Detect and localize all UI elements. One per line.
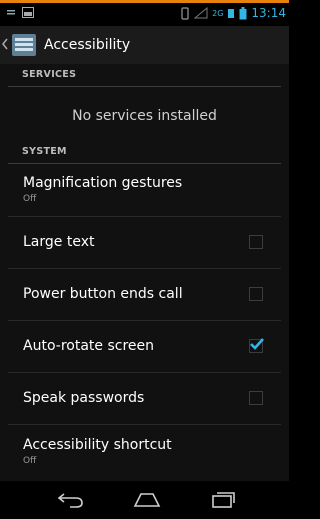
vibrate-icon xyxy=(181,6,189,20)
screenshot-icon xyxy=(22,7,34,18)
signal-icon xyxy=(194,7,208,19)
power-button-ends-call-checkbox[interactable] xyxy=(249,287,263,301)
large-text-checkbox[interactable] xyxy=(249,235,263,249)
pref-power-button-ends-call[interactable]: Power button ends call xyxy=(8,268,281,321)
empty-services-message: No services installed xyxy=(72,108,217,124)
home-icon[interactable] xyxy=(132,489,162,509)
pref-auto-rotate-screen[interactable]: Auto-rotate screen xyxy=(8,320,281,373)
auto-rotate-screen-checkbox[interactable] xyxy=(249,338,264,353)
accessibility-settings-icon[interactable] xyxy=(11,33,37,57)
pref-speak-passwords[interactable]: Speak passwords xyxy=(8,372,281,425)
pref-summary: Off xyxy=(23,194,37,204)
pref-title: Power button ends call xyxy=(23,286,183,302)
section-header-services: SERVICES xyxy=(8,64,281,87)
pref-title: Speak passwords xyxy=(23,390,145,406)
back-icon[interactable] xyxy=(56,489,86,509)
pref-title: Auto-rotate screen xyxy=(23,338,154,354)
battery-icon xyxy=(239,6,247,19)
section-header-system: SYSTEM xyxy=(8,141,281,164)
section-header-label: SERVICES xyxy=(22,69,77,80)
up-caret-icon[interactable] xyxy=(2,38,8,50)
pref-title: Magnification gestures xyxy=(23,175,183,191)
speak-passwords-checkbox[interactable] xyxy=(249,391,263,405)
checkmark-icon xyxy=(250,338,264,350)
data-icon xyxy=(228,9,235,18)
pref-title: Large text xyxy=(23,234,95,250)
settings-list[interactable]: SERVICES No services installed SYSTEM Ma… xyxy=(0,64,289,481)
action-bar[interactable]: Accessibility xyxy=(0,26,289,64)
pref-large-text[interactable]: Large text xyxy=(8,216,281,269)
section-header-label: SYSTEM xyxy=(22,146,67,157)
recents-icon[interactable] xyxy=(208,489,238,509)
page-title: Accessibility xyxy=(44,37,131,53)
pref-summary: Off xyxy=(23,456,37,466)
pref-title: Accessibility shortcut xyxy=(23,437,172,453)
pref-magnification-gestures[interactable]: Magnification gestures Off xyxy=(8,164,281,217)
network-type: 2G xyxy=(212,8,224,18)
pref-accessibility-shortcut[interactable]: Accessibility shortcut Off xyxy=(8,424,281,476)
clock: 13:14 xyxy=(251,6,286,20)
status-bar: 2G 13:14 xyxy=(0,3,289,26)
navigation-bar xyxy=(0,481,289,519)
notification-icon xyxy=(7,9,15,14)
